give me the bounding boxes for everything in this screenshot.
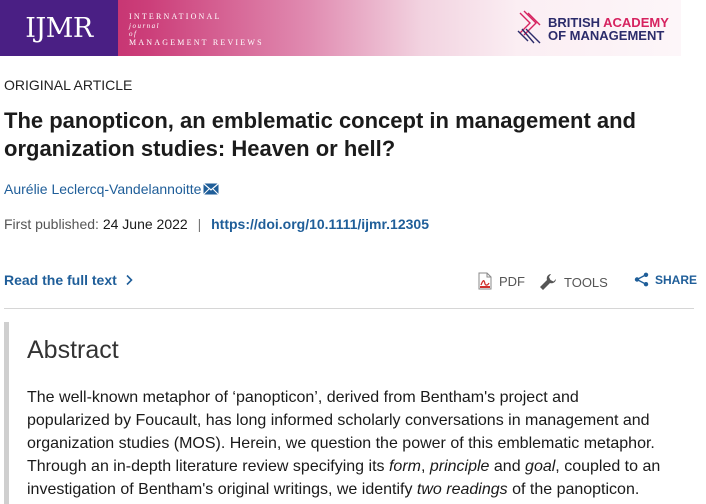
doi-link[interactable]: https://doi.org/10.1111/ijmr.12305 — [211, 216, 429, 232]
abstract-em-principle: principle — [429, 458, 490, 475]
pdf-label: PDF — [499, 273, 525, 289]
separator: | — [197, 216, 202, 232]
abstract-line-3: organization studies (MOS). Herein, we q… — [27, 435, 655, 452]
abstract-body: The well-known metaphor of ‘panopticon’,… — [27, 386, 699, 501]
read-full-text-link[interactable]: Read the full text — [4, 272, 133, 288]
bam-of-management: OF MANAGEMENT — [548, 28, 665, 43]
journal-name: International journal of Management Revi… — [129, 12, 264, 47]
read-full-text-label: Read the full text — [4, 272, 117, 288]
bam-logo-text: BRITISH ACADEMY OF MANAGEMENT — [548, 16, 669, 42]
journal-abbrev: IJMR — [25, 12, 93, 44]
abstract-accent-bar — [4, 322, 9, 504]
tools-button[interactable]: TOOLS — [538, 272, 608, 292]
abstract-line-5-text-b: of the panopticon. — [507, 481, 640, 498]
mail-icon[interactable] — [203, 183, 220, 195]
journal-name-line2: journal — [129, 21, 161, 30]
first-published-label: First published: — [4, 216, 99, 232]
journal-banner[interactable]: IJMR International journal of Management… — [0, 0, 681, 56]
abstract-line-5: investigation of Bentham's original writ… — [27, 478, 699, 501]
abstract-line-4-text-d: , coupled to an — [555, 458, 661, 475]
abstract-line-2: popularized by Foucault, has long inform… — [27, 412, 650, 429]
pdf-button[interactable]: PDF — [477, 272, 525, 290]
abstract-line-4-text-a: Through an in-depth literature review sp… — [27, 458, 389, 475]
abstract-heading: Abstract — [27, 336, 119, 364]
section-divider — [4, 308, 694, 309]
share-label: SHARE — [655, 272, 698, 287]
journal-name-line4: Management Reviews — [129, 37, 264, 47]
abstract-em-goal: goal — [525, 458, 556, 475]
article-type: ORIGINAL ARTICLE — [4, 77, 133, 93]
abstract-line-1: The well-known metaphor of ‘panopticon’,… — [27, 389, 579, 406]
abstract-line-5-text-a: investigation of Bentham's original writ… — [27, 481, 417, 498]
first-published-date: 24 June 2022 — [102, 216, 188, 232]
share-button[interactable]: SHARE — [634, 272, 697, 287]
article-title-line2: organization studies: Heaven or hell? — [4, 136, 396, 161]
abstract-em-two-readings: two readings — [416, 481, 508, 498]
article-title-line1: The panopticon, an emblematic concept in… — [4, 108, 636, 133]
wrench-icon — [540, 274, 556, 290]
bam-crest-icon — [517, 10, 541, 44]
journal-name-line1: International — [129, 12, 222, 21]
abstract-line-4: Through an in-depth literature review sp… — [27, 455, 699, 478]
tools-label: TOOLS — [564, 274, 608, 290]
chevron-right-icon — [126, 274, 133, 286]
ijmr-logo[interactable]: IJMR — [0, 0, 118, 56]
article-title: The panopticon, an emblematic concept in… — [4, 107, 694, 163]
abstract-line-4-text-b: , — [420, 458, 430, 475]
author-line: Aurélie Leclercq-Vandelannoitte — [4, 181, 220, 197]
abstract-line-4-text-c: and — [489, 458, 526, 475]
author-link[interactable]: Aurélie Leclercq-Vandelannoitte — [4, 181, 201, 197]
share-icon — [634, 272, 649, 287]
publication-info: First published: 24 June 2022 | https://… — [4, 216, 429, 232]
abstract-em-form: form — [388, 458, 421, 475]
pdf-icon — [478, 272, 492, 290]
